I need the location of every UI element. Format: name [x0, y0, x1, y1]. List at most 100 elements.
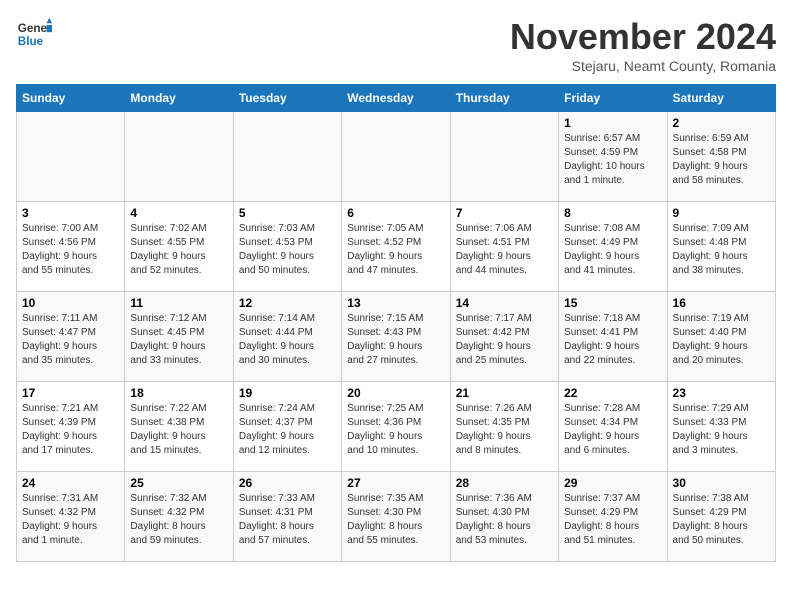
day-info: Sunrise: 7:33 AM Sunset: 4:31 PM Dayligh… — [239, 492, 336, 548]
calendar-cell: 27 Sunrise: 7:35 AM Sunset: 4:30 PM Dayli… — [342, 472, 450, 562]
day-info: Sunrise: 7:14 AM Sunset: 4:44 PM Dayligh… — [239, 312, 336, 368]
calendar-cell: 10Sunrise: 7:11 AM Sunset: 4:47 PM Dayli… — [17, 292, 125, 382]
calendar-cell: 2Sunrise: 6:59 AM Sunset: 4:58 PM Daylig… — [667, 112, 775, 202]
calendar-cell: 18 Sunrise: 7:22 AM Sunset: 4:38 PM Dayli… — [125, 382, 233, 472]
day-number: 21 — [456, 386, 553, 400]
day-number: 19 — [239, 386, 336, 400]
calendar-cell: 13 Sunrise: 7:15 AM Sunset: 4:43 PM Dayli… — [342, 292, 450, 382]
day-number: 25 — [130, 476, 227, 490]
day-info: Sunrise: 7:26 AM Sunset: 4:35 PM Dayligh… — [456, 402, 553, 458]
calendar-cell: 15 Sunrise: 7:18 AM Sunset: 4:41 PM Dayli… — [559, 292, 667, 382]
calendar-cell: 23Sunrise: 7:29 AM Sunset: 4:33 PM Dayli… — [667, 382, 775, 472]
calendar-cell: 8 Sunrise: 7:08 AM Sunset: 4:49 PM Daylig… — [559, 202, 667, 292]
day-number: 28 — [456, 476, 553, 490]
day-number: 4 — [130, 206, 227, 220]
day-info: Sunrise: 7:02 AM Sunset: 4:55 PM Dayligh… — [130, 222, 227, 278]
day-number: 6 — [347, 206, 444, 220]
location-subtitle: Stejaru, Neamt County, Romania — [510, 58, 776, 74]
calendar-week-4: 17Sunrise: 7:21 AM Sunset: 4:39 PM Dayli… — [17, 382, 776, 472]
calendar-week-2: 3 Sunrise: 7:00 AM Sunset: 4:56 PM Daylig… — [17, 202, 776, 292]
calendar-cell: 9 Sunrise: 7:09 AM Sunset: 4:48 PM Daylig… — [667, 202, 775, 292]
day-info: Sunrise: 6:57 AM Sunset: 4:59 PM Dayligh… — [564, 132, 661, 188]
calendar-cell — [17, 112, 125, 202]
day-info: Sunrise: 7:28 AM Sunset: 4:34 PM Dayligh… — [564, 402, 661, 458]
calendar-cell: 24 Sunrise: 7:31 AM Sunset: 4:32 PM Dayli… — [17, 472, 125, 562]
weekday-header-sunday: Sunday — [17, 85, 125, 112]
day-number: 11 — [130, 296, 227, 310]
calendar-cell: 11 Sunrise: 7:12 AM Sunset: 4:45 PM Dayli… — [125, 292, 233, 382]
day-number: 8 — [564, 206, 661, 220]
month-title: November 2024 — [510, 16, 776, 58]
logo-icon: General Blue — [16, 16, 52, 52]
calendar-cell — [233, 112, 341, 202]
calendar-cell: 1 Sunrise: 6:57 AM Sunset: 4:59 PM Daylig… — [559, 112, 667, 202]
day-number: 15 — [564, 296, 661, 310]
weekday-header-row: SundayMondayTuesdayWednesdayThursdayFrid… — [17, 85, 776, 112]
calendar-cell: 20 Sunrise: 7:25 AM Sunset: 4:36 PM Dayli… — [342, 382, 450, 472]
day-info: Sunrise: 7:12 AM Sunset: 4:45 PM Dayligh… — [130, 312, 227, 368]
day-info: Sunrise: 7:31 AM Sunset: 4:32 PM Dayligh… — [22, 492, 119, 548]
day-number: 27 — [347, 476, 444, 490]
calendar-cell: 21 Sunrise: 7:26 AM Sunset: 4:35 PM Dayli… — [450, 382, 558, 472]
calendar-cell: 12Sunrise: 7:14 AM Sunset: 4:44 PM Dayli… — [233, 292, 341, 382]
day-number: 16 — [673, 296, 770, 310]
day-number: 23 — [673, 386, 770, 400]
day-info: Sunrise: 7:36 AM Sunset: 4:30 PM Dayligh… — [456, 492, 553, 548]
day-info: Sunrise: 7:18 AM Sunset: 4:41 PM Dayligh… — [564, 312, 661, 368]
calendar-cell: 5 Sunrise: 7:03 AM Sunset: 4:53 PM Daylig… — [233, 202, 341, 292]
day-info: Sunrise: 7:17 AM Sunset: 4:42 PM Dayligh… — [456, 312, 553, 368]
calendar-cell: 25Sunrise: 7:32 AM Sunset: 4:32 PM Dayli… — [125, 472, 233, 562]
weekday-header-thursday: Thursday — [450, 85, 558, 112]
day-info: Sunrise: 7:35 AM Sunset: 4:30 PM Dayligh… — [347, 492, 444, 548]
calendar-cell: 29 Sunrise: 7:37 AM Sunset: 4:29 PM Dayli… — [559, 472, 667, 562]
day-number: 2 — [673, 116, 770, 130]
day-number: 9 — [673, 206, 770, 220]
day-number: 29 — [564, 476, 661, 490]
day-number: 13 — [347, 296, 444, 310]
day-info: Sunrise: 7:25 AM Sunset: 4:36 PM Dayligh… — [347, 402, 444, 458]
day-info: Sunrise: 7:24 AM Sunset: 4:37 PM Dayligh… — [239, 402, 336, 458]
day-info: Sunrise: 7:15 AM Sunset: 4:43 PM Dayligh… — [347, 312, 444, 368]
calendar-table: SundayMondayTuesdayWednesdayThursdayFrid… — [16, 84, 776, 562]
day-info: Sunrise: 7:00 AM Sunset: 4:56 PM Dayligh… — [22, 222, 119, 278]
day-number: 3 — [22, 206, 119, 220]
weekday-header-tuesday: Tuesday — [233, 85, 341, 112]
day-info: Sunrise: 7:09 AM Sunset: 4:48 PM Dayligh… — [673, 222, 770, 278]
day-number: 18 — [130, 386, 227, 400]
day-info: Sunrise: 7:05 AM Sunset: 4:52 PM Dayligh… — [347, 222, 444, 278]
calendar-cell: 22Sunrise: 7:28 AM Sunset: 4:34 PM Dayli… — [559, 382, 667, 472]
day-info: Sunrise: 7:03 AM Sunset: 4:53 PM Dayligh… — [239, 222, 336, 278]
day-number: 14 — [456, 296, 553, 310]
calendar-cell: 4 Sunrise: 7:02 AM Sunset: 4:55 PM Daylig… — [125, 202, 233, 292]
calendar-cell — [342, 112, 450, 202]
day-number: 26 — [239, 476, 336, 490]
day-number: 17 — [22, 386, 119, 400]
day-number: 30 — [673, 476, 770, 490]
page-header: General Blue November 2024 Stejaru, Neam… — [16, 16, 776, 74]
calendar-cell: 7 Sunrise: 7:06 AM Sunset: 4:51 PM Daylig… — [450, 202, 558, 292]
calendar-week-1: 1 Sunrise: 6:57 AM Sunset: 4:59 PM Daylig… — [17, 112, 776, 202]
calendar-cell: 14 Sunrise: 7:17 AM Sunset: 4:42 PM Dayli… — [450, 292, 558, 382]
day-info: Sunrise: 7:38 AM Sunset: 4:29 PM Dayligh… — [673, 492, 770, 548]
weekday-header-friday: Friday — [559, 85, 667, 112]
day-info: Sunrise: 7:37 AM Sunset: 4:29 PM Dayligh… — [564, 492, 661, 548]
day-info: Sunrise: 7:06 AM Sunset: 4:51 PM Dayligh… — [456, 222, 553, 278]
calendar-week-5: 24 Sunrise: 7:31 AM Sunset: 4:32 PM Dayli… — [17, 472, 776, 562]
calendar-cell — [125, 112, 233, 202]
calendar-body: 1 Sunrise: 6:57 AM Sunset: 4:59 PM Daylig… — [17, 112, 776, 562]
day-number: 7 — [456, 206, 553, 220]
day-info: Sunrise: 7:08 AM Sunset: 4:49 PM Dayligh… — [564, 222, 661, 278]
calendar-cell: 6 Sunrise: 7:05 AM Sunset: 4:52 PM Daylig… — [342, 202, 450, 292]
calendar-cell: 28 Sunrise: 7:36 AM Sunset: 4:30 PM Dayli… — [450, 472, 558, 562]
day-number: 24 — [22, 476, 119, 490]
day-info: Sunrise: 7:22 AM Sunset: 4:38 PM Dayligh… — [130, 402, 227, 458]
calendar-cell: 3 Sunrise: 7:00 AM Sunset: 4:56 PM Daylig… — [17, 202, 125, 292]
day-number: 1 — [564, 116, 661, 130]
calendar-cell: 30 Sunrise: 7:38 AM Sunset: 4:29 PM Dayli… — [667, 472, 775, 562]
svg-text:Blue: Blue — [18, 35, 44, 48]
day-number: 20 — [347, 386, 444, 400]
day-number: 5 — [239, 206, 336, 220]
calendar-week-3: 10Sunrise: 7:11 AM Sunset: 4:47 PM Dayli… — [17, 292, 776, 382]
day-info: Sunrise: 7:19 AM Sunset: 4:40 PM Dayligh… — [673, 312, 770, 368]
day-info: Sunrise: 7:11 AM Sunset: 4:47 PM Dayligh… — [22, 312, 119, 368]
